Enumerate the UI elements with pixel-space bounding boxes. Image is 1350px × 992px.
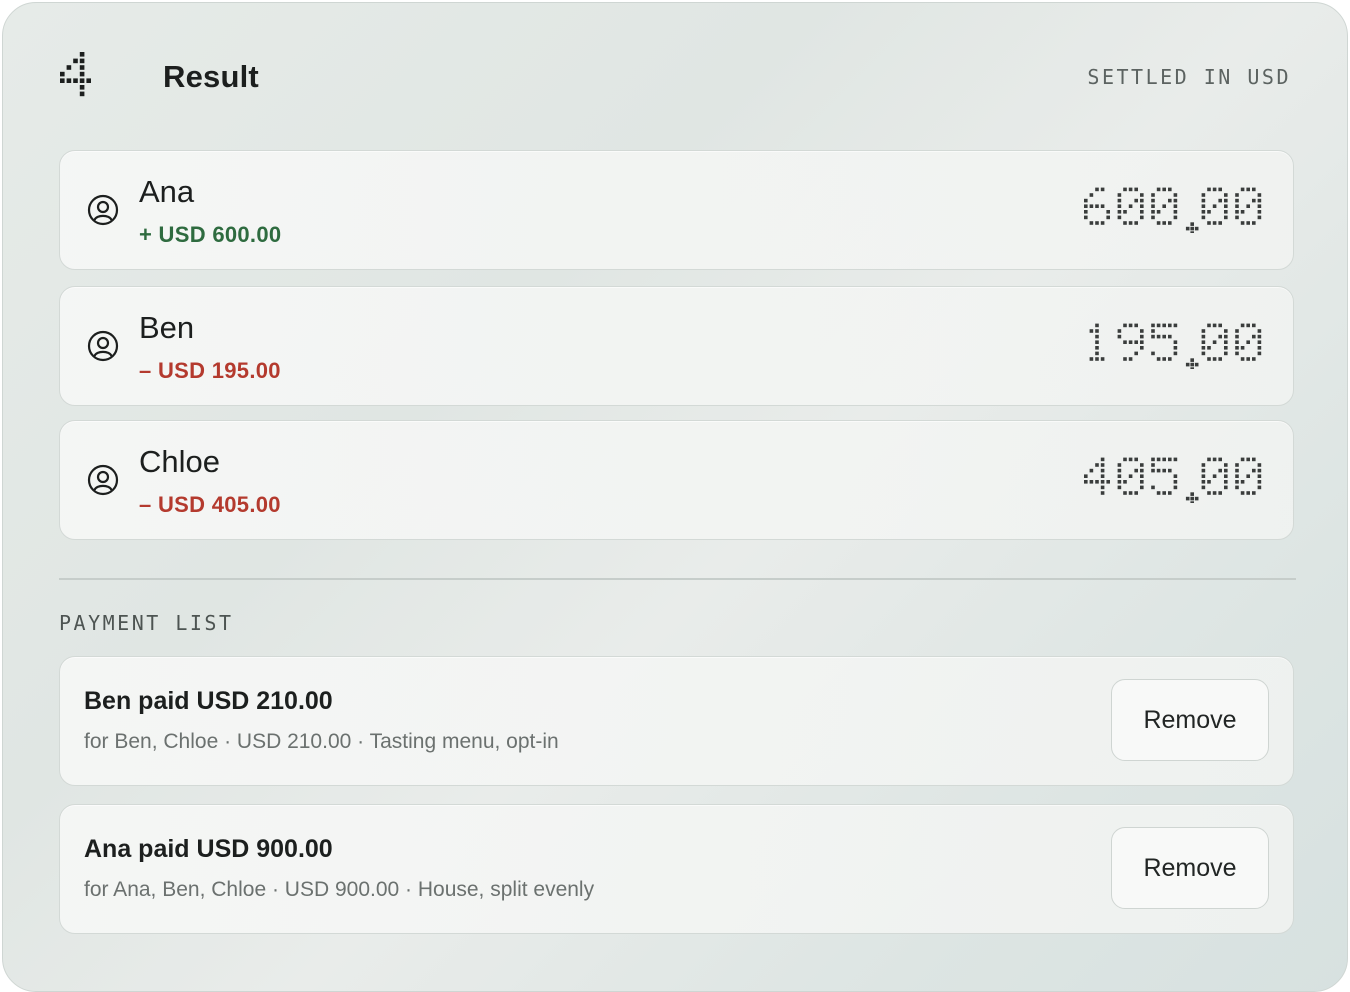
balance-card-ben: Ben – USD 195.00 <box>59 286 1294 406</box>
remove-payment-button[interactable]: Remove <box>1111 827 1269 909</box>
person-name: Chloe <box>139 444 220 479</box>
balance-card-chloe: Chloe – USD 405.00 <box>59 420 1294 540</box>
user-circle-icon <box>87 330 119 362</box>
user-circle-icon <box>87 464 119 496</box>
balance-card-ana: Ana + USD 600.00 <box>59 150 1294 270</box>
balance-delta: – USD 405.00 <box>139 492 281 517</box>
section-divider <box>59 578 1296 580</box>
person-name: Ana <box>139 174 195 209</box>
remove-payment-button[interactable]: Remove <box>1111 679 1269 761</box>
payment-title: Ana paid USD 900.00 <box>84 835 333 863</box>
balance-amount-display <box>1089 323 1262 369</box>
result-panel: Result SETTLED IN USD Ana + USD 600.00 B… <box>2 2 1348 992</box>
balance-delta: – USD 195.00 <box>139 358 281 383</box>
settled-currency-label: SETTLED IN USD <box>1087 65 1291 89</box>
page-title: Result <box>163 59 259 94</box>
balance-amount-display <box>1084 187 1262 233</box>
payment-item: Ben paid USD 210.00 for Ben, Chloe · USD… <box>59 656 1294 786</box>
payment-detail: for Ana, Ben, Chloe · USD 900.00 · House… <box>84 878 595 901</box>
payment-item: Ana paid USD 900.00 for Ana, Ben, Chloe … <box>59 804 1294 934</box>
digit-four-dot-icon <box>60 52 91 97</box>
user-circle-icon <box>87 194 119 226</box>
payment-detail: for Ben, Chloe · USD 210.00 · Tasting me… <box>84 730 559 753</box>
balance-amount-display <box>1084 457 1262 503</box>
payment-list-heading: PAYMENT LIST <box>59 611 234 635</box>
payment-title: Ben paid USD 210.00 <box>84 687 333 715</box>
person-name: Ben <box>139 310 195 345</box>
balance-delta: + USD 600.00 <box>139 222 282 247</box>
